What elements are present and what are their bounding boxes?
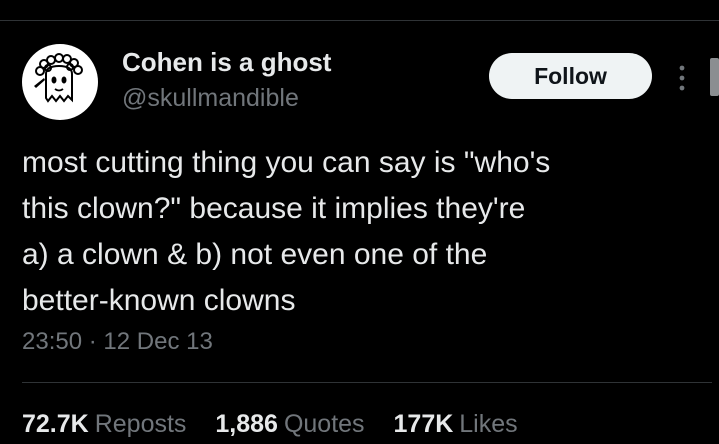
more-dots-icon — [679, 65, 685, 91]
meta-separator: · — [88, 328, 97, 355]
tweet-text-line: most cutting thing you can say is "who's — [22, 146, 551, 179]
tweet-text-line: a) a clown & b) not even one of the — [22, 238, 488, 271]
reposts-stat[interactable]: 72.7K Reposts — [22, 410, 186, 439]
tweet-timestamp[interactable]: 23:50 · 12 Dec 13 — [22, 328, 213, 356]
more-options-button[interactable] — [668, 58, 696, 98]
scrollbar-thumb[interactable] — [710, 58, 719, 96]
tweet-stats: 72.7K Reposts 1,886 Quotes 177K Likes — [22, 410, 540, 439]
author-handle[interactable]: @skullmandible — [122, 84, 299, 113]
ghost-doodle-icon — [34, 53, 83, 103]
tweet-text: most cutting thing you can say is "who's… — [22, 140, 662, 324]
avatar[interactable] — [22, 44, 98, 120]
tweet-date: 12 Dec 13 — [103, 328, 213, 355]
quotes-count: 1,886 — [215, 410, 278, 438]
likes-count: 177K — [393, 410, 454, 438]
author-display-name[interactable]: Cohen is a ghost — [122, 47, 331, 78]
top-divider — [0, 20, 719, 21]
quotes-label: Quotes — [283, 410, 365, 438]
reposts-label: Reposts — [94, 410, 187, 438]
follow-button[interactable]: Follow — [489, 53, 652, 99]
reposts-count: 72.7K — [22, 410, 89, 438]
quotes-stat[interactable]: 1,886 Quotes — [215, 410, 364, 439]
likes-stat[interactable]: 177K Likes — [394, 410, 518, 439]
stats-divider — [22, 382, 712, 383]
tweet-time: 23:50 — [22, 328, 83, 355]
tweet-text-line: this clown?" because it implies they're — [22, 192, 526, 225]
likes-label: Likes — [459, 410, 518, 438]
tweet-text-line: better-known clowns — [22, 284, 296, 317]
